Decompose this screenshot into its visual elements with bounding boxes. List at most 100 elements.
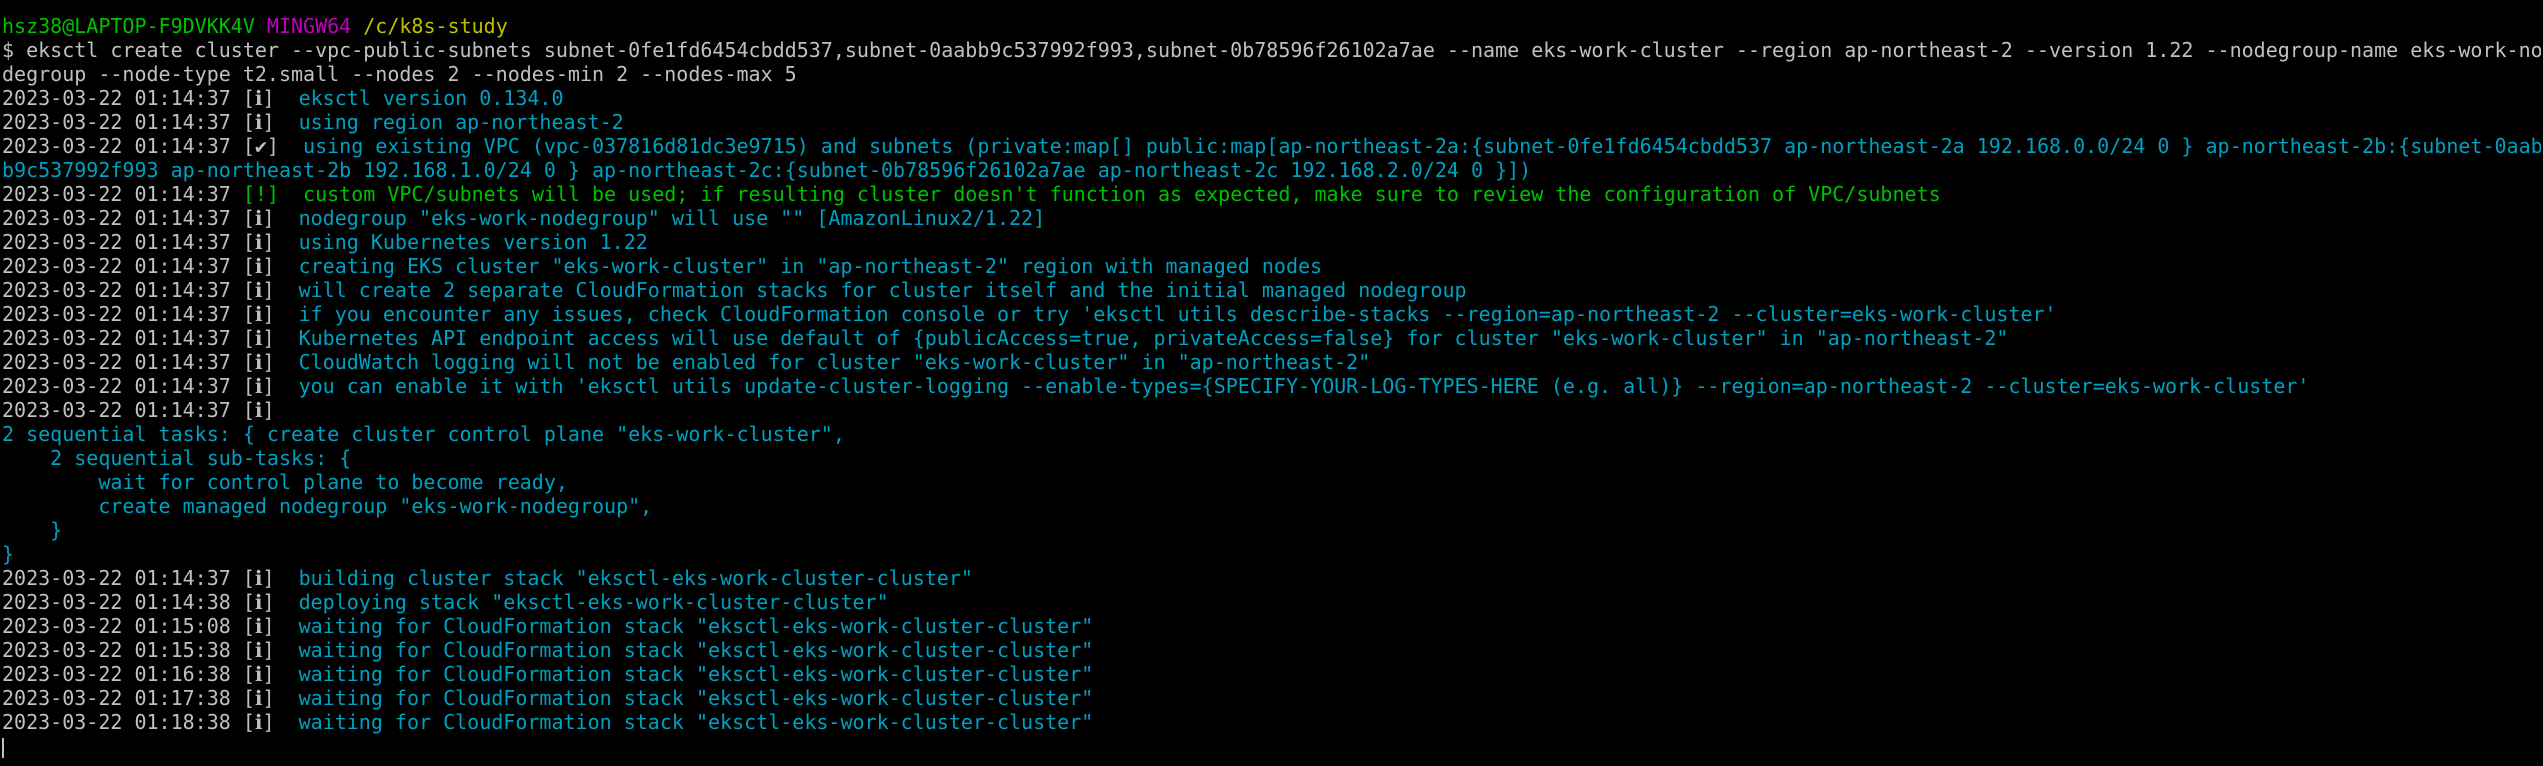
- log-level-icon: [ℹ]: [242, 614, 275, 638]
- log-level-icon: [ℹ]: [242, 638, 275, 662]
- log-message: nodegroup "eks-work-nodegroup" will use …: [274, 206, 1046, 230]
- log-line: 2023-03-22 01:14:37 [!] custom VPC/subne…: [2, 182, 2541, 206]
- log-line: create managed nodegroup "eks-work-nodeg…: [2, 494, 2541, 518]
- log-message: }: [2, 518, 63, 542]
- log-line: 2023-03-22 01:14:37 [ℹ] using region ap-…: [2, 110, 2541, 134]
- log-message: 2 sequential sub-tasks: {: [2, 446, 352, 470]
- log-timestamp: 2023-03-22 01:14:37: [2, 134, 231, 158]
- log-timestamp: 2023-03-22 01:15:38: [2, 638, 231, 662]
- log-message: Kubernetes API endpoint access will use …: [274, 326, 2009, 350]
- log-level-icon: [ℹ]: [242, 686, 275, 710]
- log-timestamp: 2023-03-22 01:14:37: [2, 278, 231, 302]
- log-line: 2023-03-22 01:14:37 [ℹ] CloudWatch loggi…: [2, 350, 2541, 374]
- log-timestamp: 2023-03-22 01:14:37: [2, 566, 231, 590]
- log-line: 2023-03-22 01:15:38 [ℹ] waiting for Clou…: [2, 638, 2541, 662]
- command-line-wrap: degroup --node-type t2.small --nodes 2 -…: [2, 62, 797, 86]
- log-level-icon: [ℹ]: [242, 86, 275, 110]
- log-line: 2023-03-22 01:14:37 [ℹ] eksctl version 0…: [2, 86, 2541, 110]
- log-timestamp: 2023-03-22 01:15:08: [2, 614, 231, 638]
- log-message: custom VPC/subnets will be used; if resu…: [278, 182, 1941, 206]
- log-level-icon: [ℹ]: [242, 590, 275, 614]
- log-line: 2023-03-22 01:14:37 [ℹ] if you encounter…: [2, 302, 2541, 326]
- log-level-icon: [ℹ]: [242, 254, 275, 278]
- log-message: wait for control plane to become ready,: [2, 470, 568, 494]
- log-timestamp: 2023-03-22 01:18:38: [2, 710, 231, 734]
- log-line: 2023-03-22 01:16:38 [ℹ] waiting for Clou…: [2, 662, 2541, 686]
- log-timestamp: 2023-03-22 01:14:37: [2, 302, 231, 326]
- log-level-icon: [!]: [242, 182, 279, 206]
- log-line: }: [2, 542, 2541, 566]
- text-cursor: [2, 737, 4, 758]
- prompt-cwd: /c/k8s-study: [363, 14, 508, 38]
- log-message: waiting for CloudFormation stack "eksctl…: [274, 614, 1094, 638]
- log-timestamp: 2023-03-22 01:14:37: [2, 182, 231, 206]
- log-message: waiting for CloudFormation stack "eksctl…: [274, 638, 1094, 662]
- log-line: 2023-03-22 01:14:37 [ℹ] Kubernetes API e…: [2, 326, 2541, 350]
- log-level-icon: [ℹ]: [242, 230, 275, 254]
- log-message: building cluster stack "eksctl-eks-work-…: [274, 566, 973, 590]
- log-message: creating EKS cluster "eks-work-cluster" …: [274, 254, 1323, 278]
- log-level-icon: [ℹ]: [242, 398, 275, 422]
- log-message: you can enable it with 'eksctl utils upd…: [274, 374, 2310, 398]
- log-line: 2023-03-22 01:14:38 [ℹ] deploying stack …: [2, 590, 2541, 614]
- log-message: if you encounter any issues, check Cloud…: [274, 302, 2057, 326]
- log-line: }: [2, 518, 2541, 542]
- input-line[interactable]: [2, 734, 2541, 758]
- log-line: 2023-03-22 01:14:37 [ℹ] using Kubernetes…: [2, 230, 2541, 254]
- log-timestamp: 2023-03-22 01:14:37: [2, 326, 231, 350]
- log-level-icon: [ℹ]: [242, 110, 275, 134]
- log-message: waiting for CloudFormation stack "eksctl…: [274, 686, 1094, 710]
- log-level-icon: [✔]: [242, 134, 279, 158]
- log-message: 2 sequential tasks: { create cluster con…: [2, 422, 845, 446]
- log-level-icon: [ℹ]: [242, 350, 275, 374]
- log-message: create managed nodegroup "eks-work-nodeg…: [2, 494, 653, 518]
- command-line: $ eksctl create cluster --vpc-public-sub…: [2, 38, 2541, 62]
- log-level-icon: [ℹ]: [242, 326, 275, 350]
- prompt-line: hsz38@LAPTOP-F9DVKK4V MINGW64 /c/k8s-stu…: [2, 14, 2541, 38]
- log-message: deploying stack "eksctl-eks-work-cluster…: [274, 590, 889, 614]
- log-message: using Kubernetes version 1.22: [274, 230, 648, 254]
- log-timestamp: 2023-03-22 01:14:37: [2, 110, 231, 134]
- log-line: 2 sequential sub-tasks: {: [2, 446, 2541, 470]
- terminal-window[interactable]: hsz38@LAPTOP-F9DVKK4V MINGW64 /c/k8s-stu…: [2, 14, 2541, 758]
- log-timestamp: 2023-03-22 01:17:38: [2, 686, 231, 710]
- log-message: will create 2 separate CloudFormation st…: [274, 278, 1467, 302]
- log-level-icon: [ℹ]: [242, 662, 275, 686]
- log-level-icon: [ℹ]: [242, 278, 275, 302]
- log-timestamp: 2023-03-22 01:14:37: [2, 254, 231, 278]
- log-line: 2023-03-22 01:14:37 [ℹ]: [2, 398, 2541, 422]
- log-line: 2023-03-22 01:14:37 [ℹ] creating EKS clu…: [2, 254, 2541, 278]
- log-line: 2023-03-22 01:18:38 [ℹ] waiting for Clou…: [2, 710, 2541, 734]
- log-level-icon: [ℹ]: [242, 206, 275, 230]
- log-line: 2023-03-22 01:14:37 [ℹ] you can enable i…: [2, 374, 2541, 398]
- log-message: eksctl version 0.134.0: [274, 86, 564, 110]
- log-line: 2023-03-22 01:15:08 [ℹ] waiting for Clou…: [2, 614, 2541, 638]
- log-timestamp: 2023-03-22 01:14:38: [2, 590, 231, 614]
- log-message: waiting for CloudFormation stack "eksctl…: [274, 662, 1094, 686]
- log-timestamp: 2023-03-22 01:16:38: [2, 662, 231, 686]
- log-message: using existing VPC (vpc-037816d81dc3e971…: [278, 134, 2541, 158]
- log-message: b9c537992f993 ap-northeast-2b 192.168.1.…: [2, 158, 1532, 182]
- log-level-icon: [ℹ]: [242, 374, 275, 398]
- log-timestamp: 2023-03-22 01:14:37: [2, 350, 231, 374]
- log-timestamp: 2023-03-22 01:14:37: [2, 230, 231, 254]
- log-message: using region ap-northeast-2: [274, 110, 624, 134]
- log-line: 2 sequential tasks: { create cluster con…: [2, 422, 2541, 446]
- log-line: 2023-03-22 01:14:37 [ℹ] building cluster…: [2, 566, 2541, 590]
- log-message: waiting for CloudFormation stack "eksctl…: [274, 710, 1094, 734]
- log-line: wait for control plane to become ready,: [2, 470, 2541, 494]
- prompt-user-host: hsz38@LAPTOP-F9DVKK4V: [2, 14, 255, 38]
- log-output: 2023-03-22 01:14:37 [ℹ] eksctl version 0…: [2, 86, 2541, 734]
- log-level-icon: [ℹ]: [242, 566, 275, 590]
- log-message: CloudWatch logging will not be enabled f…: [274, 350, 1371, 374]
- log-line: 2023-03-22 01:14:37 [✔] using existing V…: [2, 134, 2541, 158]
- log-line: 2023-03-22 01:17:38 [ℹ] waiting for Clou…: [2, 686, 2541, 710]
- log-level-icon: [ℹ]: [242, 710, 275, 734]
- log-timestamp: 2023-03-22 01:14:37: [2, 374, 231, 398]
- log-timestamp: 2023-03-22 01:14:37: [2, 206, 231, 230]
- log-line: 2023-03-22 01:14:37 [ℹ] nodegroup "eks-w…: [2, 206, 2541, 230]
- log-message: }: [2, 542, 15, 566]
- log-line: 2023-03-22 01:14:37 [ℹ] will create 2 se…: [2, 278, 2541, 302]
- log-timestamp: 2023-03-22 01:14:37: [2, 398, 231, 422]
- log-timestamp: 2023-03-22 01:14:37: [2, 86, 231, 110]
